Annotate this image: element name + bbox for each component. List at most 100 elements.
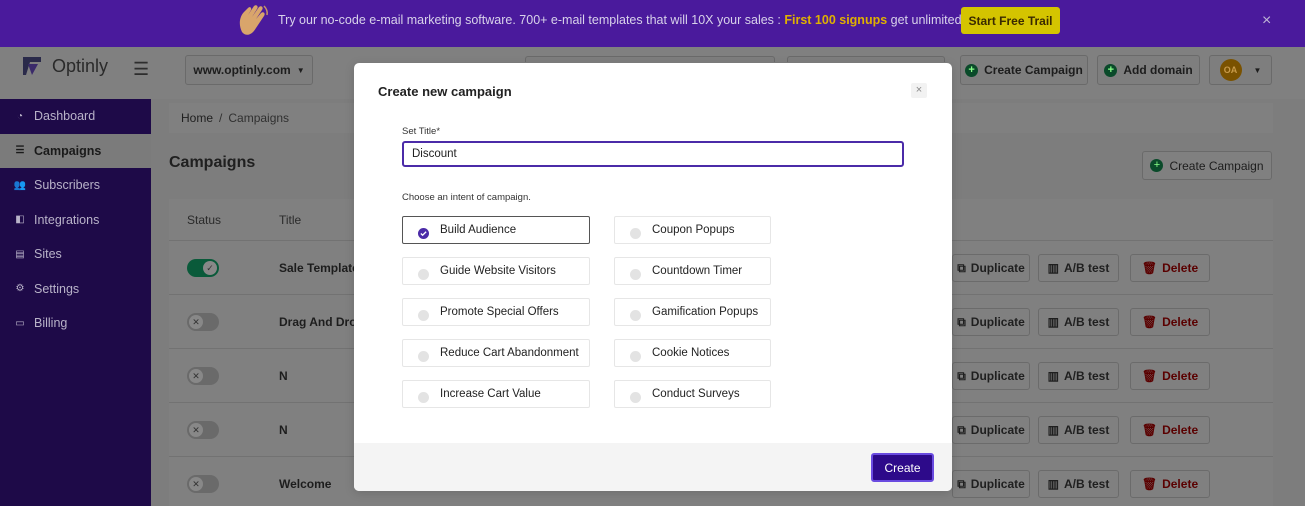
intent-option-conduct-surveys[interactable]: Conduct Surveys: [614, 380, 771, 408]
delete-button[interactable]: 🗑 Delete: [1130, 362, 1210, 390]
duplicate-button[interactable]: ⧉ Duplicate: [952, 254, 1030, 282]
caret-down-icon: ▼: [296, 65, 305, 75]
campaign-title-input[interactable]: [402, 141, 904, 167]
status-toggle[interactable]: ✕: [187, 475, 219, 493]
sidebar-item-label: Settings: [34, 281, 80, 296]
start-free-trial-button[interactable]: Start Free Trail: [961, 7, 1060, 34]
radio-icon: [418, 351, 429, 362]
copy-icon: ⧉: [957, 314, 966, 329]
header-search[interactable]: [525, 56, 775, 62]
gear-icon: ⚙: [15, 283, 25, 295]
close-banner-icon[interactable]: ×: [1262, 12, 1271, 30]
radio-icon: [630, 392, 641, 403]
close-icon[interactable]: ×: [911, 83, 927, 98]
intent-label: Choose an intent of campaign.: [402, 192, 531, 203]
delete-button[interactable]: 🗑 Delete: [1130, 308, 1210, 336]
list-icon: ☰: [15, 145, 25, 157]
delete-button[interactable]: 🗑 Delete: [1130, 470, 1210, 498]
trash-icon: 🗑: [1141, 315, 1158, 329]
sidebar-item-settings[interactable]: ⚙ Settings: [0, 272, 151, 307]
bar-chart-icon: ▥: [1047, 423, 1059, 437]
domain-select[interactable]: www.optinly.com ▼: [185, 55, 313, 85]
intent-option-label: Gamification Popups: [652, 306, 759, 318]
create-button[interactable]: Create: [871, 453, 934, 482]
bar-chart-icon: ▥: [1047, 315, 1059, 329]
campaign-title[interactable]: N: [279, 369, 288, 383]
copy-icon: ⧉: [957, 476, 966, 491]
delete-button[interactable]: 🗑 Delete: [1130, 254, 1210, 282]
dashboard-icon: ◔: [16, 110, 24, 122]
ab-test-button[interactable]: ▥ A/B test: [1038, 362, 1119, 390]
ab-test-button[interactable]: ▥ A/B test: [1038, 308, 1119, 336]
intent-option-guide-website-visitors[interactable]: Guide Website Visitors: [402, 257, 590, 285]
promo-banner: Try our no-code e-mail marketing softwar…: [0, 0, 1305, 47]
check-circle-icon: [418, 228, 429, 239]
sidebar-item-integrations[interactable]: ◧ Integrations: [0, 203, 151, 238]
duplicate-label: Duplicate: [970, 315, 1025, 329]
duplicate-label: Duplicate: [970, 261, 1025, 275]
intent-option-promote-special-offers[interactable]: Promote Special Offers: [402, 298, 590, 326]
intent-option-reduce-cart-abandonment[interactable]: Reduce Cart Abandonment: [402, 339, 590, 367]
waving-hand-icon: [239, 5, 268, 35]
ab-test-button[interactable]: ▥ A/B test: [1038, 470, 1119, 498]
sidebar-item-label: Sites: [34, 247, 62, 262]
domain-select-value: www.optinly.com: [193, 63, 291, 77]
banner-highlight: First 100 signups: [784, 13, 888, 27]
ab-test-label: A/B test: [1064, 423, 1110, 437]
app-logo[interactable]: Optinly: [20, 54, 108, 78]
campaign-title[interactable]: N: [279, 423, 288, 437]
radio-icon: [630, 310, 641, 321]
duplicate-button[interactable]: ⧉ Duplicate: [952, 308, 1030, 336]
title-field-label: Set Title*: [402, 126, 441, 137]
intent-option-label: Conduct Surveys: [652, 388, 740, 400]
intent-option-coupon-popups[interactable]: Coupon Popups: [614, 216, 771, 244]
campaign-title[interactable]: Welcome: [279, 477, 331, 491]
intent-option-build-audience[interactable]: Build Audience: [402, 216, 590, 244]
sidebar-item-label: Subscribers: [34, 178, 100, 193]
header-create-campaign-button[interactable]: + Create Campaign: [960, 55, 1088, 85]
intent-option-gamification-popups[interactable]: Gamification Popups: [614, 298, 771, 326]
x-icon: ✕: [189, 369, 203, 383]
duplicate-label: Duplicate: [970, 369, 1025, 383]
status-toggle[interactable]: ✕: [187, 367, 219, 385]
add-domain-button[interactable]: + Add domain: [1097, 55, 1200, 85]
intent-option-increase-cart-value[interactable]: Increase Cart Value: [402, 380, 590, 408]
radio-icon: [418, 392, 429, 403]
campaign-title[interactable]: Drag And Drop: [279, 315, 364, 329]
radio-icon: [418, 310, 429, 321]
create-campaign-modal: Create new campaign × Set Title* Choose …: [354, 63, 952, 491]
sidebar-item-subscribers[interactable]: 👥 Subscribers: [0, 168, 151, 203]
sidebar-item-billing[interactable]: ▭ Billing: [0, 306, 151, 341]
create-campaign-button[interactable]: + Create Campaign: [1142, 151, 1272, 180]
copy-icon: ⧉: [957, 368, 966, 383]
breadcrumb-home-link[interactable]: Home: [181, 111, 213, 125]
intent-option-label: Build Audience: [440, 224, 517, 236]
add-domain-label: Add domain: [1123, 63, 1193, 77]
status-toggle[interactable]: ✕: [187, 421, 219, 439]
sidebar-item-campaigns[interactable]: ☰ Campaigns: [0, 133, 151, 168]
duplicate-button[interactable]: ⧉ Duplicate: [952, 362, 1030, 390]
hamburger-menu-icon[interactable]: ☰: [133, 59, 149, 80]
plus-circle-icon: +: [1150, 159, 1164, 172]
sidebar-item-dashboard[interactable]: ◔ Dashboard: [0, 99, 151, 134]
intent-option-label: Guide Website Visitors: [440, 265, 556, 277]
duplicate-button[interactable]: ⧉ Duplicate: [952, 416, 1030, 444]
breadcrumb-current: Campaigns: [228, 111, 290, 125]
ab-test-button[interactable]: ▥ A/B test: [1038, 416, 1119, 444]
duplicate-label: Duplicate: [970, 423, 1025, 437]
intent-option-countdown-timer[interactable]: Countdown Timer: [614, 257, 771, 285]
header-filter[interactable]: [787, 56, 945, 62]
intent-option-label: Reduce Cart Abandonment: [440, 347, 579, 359]
sidebar-item-label: Campaigns: [34, 143, 102, 158]
user-menu[interactable]: OA ▼: [1209, 55, 1272, 85]
duplicate-button[interactable]: ⧉ Duplicate: [952, 470, 1030, 498]
sidebar-item-sites[interactable]: ▤ Sites: [0, 237, 151, 272]
status-toggle[interactable]: ✕: [187, 313, 219, 331]
x-icon: ✕: [189, 423, 203, 437]
plus-circle-icon: +: [1104, 63, 1118, 77]
delete-button[interactable]: 🗑 Delete: [1130, 416, 1210, 444]
ab-test-label: A/B test: [1064, 261, 1110, 275]
ab-test-button[interactable]: ▥ A/B test: [1038, 254, 1119, 282]
intent-option-cookie-notices[interactable]: Cookie Notices: [614, 339, 771, 367]
status-toggle[interactable]: ✓: [187, 259, 219, 277]
